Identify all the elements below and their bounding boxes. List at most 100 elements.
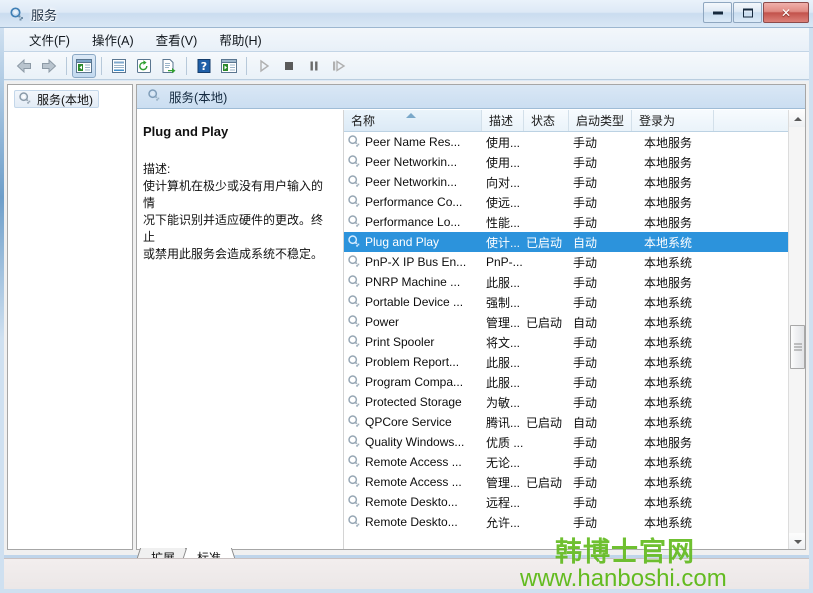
description-line: 使计算机在极少或没有用户输入的情 — [143, 178, 333, 212]
services-gear-icon — [18, 91, 32, 108]
table-row[interactable]: Protected Storage为敏...手动本地系统 — [344, 392, 789, 412]
cell-description: 向对... — [482, 174, 524, 191]
cell-description: 使远... — [482, 194, 524, 211]
cell-name: Remote Access ... — [344, 474, 482, 491]
cell-log-on-as: 本地服务 — [632, 214, 714, 231]
minimize-button[interactable] — [703, 2, 732, 23]
cell-text: 为敏... — [486, 394, 520, 411]
show-action-pane-icon[interactable] — [217, 54, 241, 78]
vertical-scrollbar[interactable] — [788, 110, 805, 550]
cell-startup-type: 手动 — [569, 394, 632, 411]
cell-text: 本地服务 — [644, 174, 692, 191]
table-row[interactable]: Performance Lo...性能...手动本地服务 — [344, 212, 789, 232]
cell-log-on-as: 本地系统 — [632, 494, 714, 511]
description-line: 况下能识别并适应硬件的更改。终止 — [143, 212, 333, 246]
cell-log-on-as: 本地系统 — [632, 394, 714, 411]
table-row[interactable]: Power管理...已启动自动本地系统 — [344, 312, 789, 332]
cell-name: Peer Networkin... — [344, 174, 482, 191]
cell-text: 将文... — [486, 334, 520, 351]
column-header-label: 启动类型 — [576, 112, 624, 129]
service-gear-icon — [347, 274, 361, 291]
menu-help[interactable]: 帮助(H) — [208, 28, 272, 51]
table-row[interactable]: PnP-X IP Bus En...PnP-...手动本地系统 — [344, 252, 789, 272]
watermark-brand: 韩博士官网 — [555, 530, 695, 569]
column-log-on-as[interactable]: 登录为 — [632, 110, 714, 131]
cell-text: 本地系统 — [644, 354, 692, 371]
cell-description: 此服... — [482, 374, 524, 391]
cell-text: Problem Report... — [365, 355, 459, 369]
table-row[interactable]: Remote Deskto...远程...手动本地系统 — [344, 492, 789, 512]
table-row[interactable]: Peer Networkin...使用...手动本地服务 — [344, 152, 789, 172]
cell-text: 自动 — [573, 314, 597, 331]
table-row[interactable]: Quality Windows...优质 ...手动本地服务 — [344, 432, 789, 452]
cell-text: 已启动 — [526, 314, 562, 331]
cell-text: 强制... — [486, 294, 520, 311]
back-icon[interactable] — [12, 54, 36, 78]
cell-text: 远程... — [486, 494, 520, 511]
close-button[interactable]: ✕ — [763, 2, 809, 23]
cell-startup-type: 手动 — [569, 174, 632, 191]
service-gear-icon — [347, 174, 361, 191]
table-row[interactable]: QPCore Service腾讯...已启动自动本地系统 — [344, 412, 789, 432]
menu-file[interactable]: 文件(F) — [18, 28, 81, 51]
cell-text: 本地系统 — [644, 394, 692, 411]
menu-action[interactable]: 操作(A) — [81, 28, 145, 51]
table-row[interactable]: Performance Co...使远...手动本地服务 — [344, 192, 789, 212]
scrollbar-thumb[interactable] — [790, 325, 805, 369]
refresh-icon[interactable] — [132, 54, 156, 78]
properties-icon[interactable] — [107, 54, 131, 78]
table-row[interactable]: Program Compa...此服...手动本地系统 — [344, 372, 789, 392]
cell-log-on-as: 本地系统 — [632, 454, 714, 471]
cell-text: 此服... — [486, 374, 520, 391]
table-row[interactable]: Plug and Play使计...已启动自动本地系统 — [344, 232, 789, 252]
column-name[interactable]: 名称 — [344, 110, 482, 131]
table-row[interactable]: Problem Report...此服...手动本地系统 — [344, 352, 789, 372]
table-row[interactable]: Remote Access ...无论...手动本地系统 — [344, 452, 789, 472]
cell-text: 手动 — [573, 354, 597, 371]
help-icon[interactable]: ? — [192, 54, 216, 78]
cell-name: Remote Access ... — [344, 454, 482, 471]
console-tree-pane: 服务(本地) — [7, 84, 133, 550]
cell-startup-type: 手动 — [569, 134, 632, 151]
cell-text: PNRP Machine ... — [365, 275, 460, 289]
cell-text: 本地系统 — [644, 474, 692, 491]
cell-text: 本地系统 — [644, 314, 692, 331]
cell-text: Program Compa... — [365, 375, 463, 389]
cell-text: QPCore Service — [365, 415, 452, 429]
cell-description: 优质 ... — [482, 434, 524, 451]
table-row[interactable]: PNRP Machine ...此服...手动本地服务 — [344, 272, 789, 292]
maximize-button[interactable] — [733, 2, 762, 23]
window-frame-right — [809, 28, 813, 593]
start-service-icon — [252, 54, 276, 78]
scroll-up-icon[interactable] — [789, 110, 805, 127]
forward-icon[interactable] — [37, 54, 61, 78]
cell-startup-type: 手动 — [569, 274, 632, 291]
cell-text: Remote Deskto... — [365, 515, 458, 529]
column-description[interactable]: 描述 — [482, 110, 524, 131]
table-row[interactable]: Print Spooler将文...手动本地系统 — [344, 332, 789, 352]
cell-description: 管理... — [482, 474, 524, 491]
export-list-icon[interactable] — [157, 54, 181, 78]
service-gear-icon — [347, 254, 361, 271]
cell-status: 已启动 — [524, 474, 569, 491]
list-rows: Peer Name Res...使用...手动本地服务Peer Networki… — [344, 132, 789, 550]
table-row[interactable]: Remote Deskto...允许...手动本地系统 — [344, 512, 789, 532]
cell-description: 无论... — [482, 454, 524, 471]
list-header-row: 名称描述状态启动类型登录为 — [344, 110, 789, 132]
sidebar-item-services-local[interactable]: 服务(本地) — [14, 90, 99, 108]
column-status[interactable]: 状态 — [524, 110, 569, 131]
cell-description: 强制... — [482, 294, 524, 311]
table-row[interactable]: Peer Name Res...使用...手动本地服务 — [344, 132, 789, 152]
column-spacer[interactable] — [714, 110, 789, 131]
table-row[interactable]: Portable Device ...强制...手动本地系统 — [344, 292, 789, 312]
cell-description: 腾讯... — [482, 414, 524, 431]
table-row[interactable]: Remote Access ...管理...已启动手动本地系统 — [344, 472, 789, 492]
show-hide-tree-icon[interactable] — [72, 54, 96, 78]
menu-view[interactable]: 查看(V) — [145, 28, 209, 51]
restart-service-icon — [327, 54, 351, 78]
cell-startup-type: 手动 — [569, 254, 632, 271]
toolbar-separator — [66, 57, 67, 75]
cell-text: 优质 ... — [486, 434, 523, 451]
table-row[interactable]: Peer Networkin...向对... 手动本地服务 — [344, 172, 789, 192]
column-startup-type[interactable]: 启动类型 — [569, 110, 632, 131]
